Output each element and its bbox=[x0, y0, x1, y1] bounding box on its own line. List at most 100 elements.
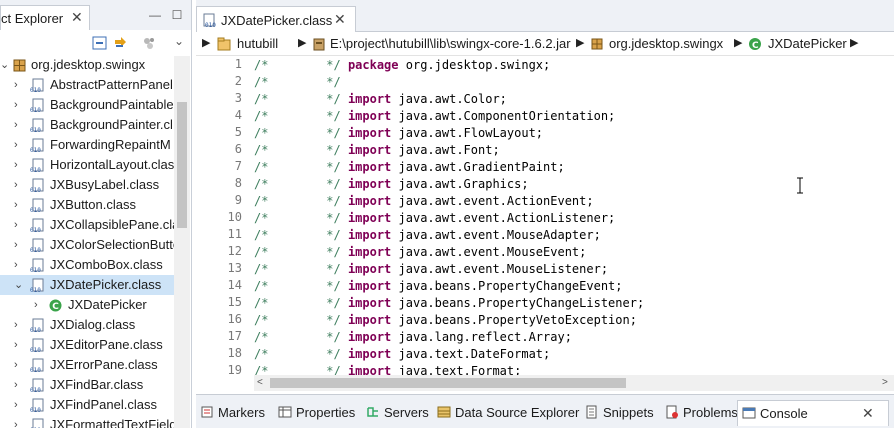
line-number: 9 bbox=[234, 193, 242, 207]
chevron-down-icon[interactable]: ⌄ bbox=[0, 55, 10, 75]
code-text: java.awt.event.MouseEvent; bbox=[398, 245, 587, 259]
chevron-right-icon[interactable]: › bbox=[14, 395, 24, 415]
scroll-left-icon[interactable]: < bbox=[257, 375, 263, 391]
tab-jxdatepicker-class[interactable]: 010 JXDatePicker.class ✕ bbox=[196, 6, 356, 33]
code-text: org.jdesktop.swingx; bbox=[405, 58, 551, 72]
chevron-right-icon[interactable]: › bbox=[14, 335, 24, 355]
breadcrumb-class[interactable]: JXDatePicker bbox=[768, 36, 847, 51]
explorer-vertical-scrollbar[interactable] bbox=[174, 56, 190, 428]
minimize-icon[interactable]: — bbox=[148, 8, 162, 22]
code-text: java.awt.FlowLayout; bbox=[398, 126, 544, 140]
keyword: import bbox=[347, 330, 392, 344]
tree-item-class[interactable]: › 010 HorizontalLayout.clas bbox=[0, 155, 174, 175]
tree-item-class[interactable]: › 010 JXBusyLabel.class bbox=[0, 175, 174, 195]
properties-icon bbox=[278, 406, 292, 418]
link-with-editor-icon[interactable] bbox=[113, 36, 128, 50]
chevron-right-icon[interactable]: › bbox=[14, 255, 24, 275]
close-icon[interactable]: ✕ bbox=[862, 405, 874, 422]
explorer-scrollbar-thumb[interactable] bbox=[177, 102, 187, 228]
comment-close: */ bbox=[326, 177, 341, 191]
tree-item-class[interactable]: › 010 BackgroundPaintable bbox=[0, 95, 174, 115]
tree-item-package[interactable]: ⌄ org.jdesktop.swingx bbox=[0, 55, 174, 75]
comment-open: /* bbox=[254, 58, 269, 72]
comment-open: /* bbox=[254, 194, 269, 208]
chevron-right-icon[interactable]: › bbox=[14, 355, 24, 375]
code-text: java.text.DateFormat; bbox=[398, 347, 551, 361]
chevron-right-icon[interactable]: › bbox=[14, 155, 24, 175]
tree-item-class[interactable]: › 010 JXFindPanel.class bbox=[0, 395, 174, 415]
tree-item-class[interactable]: › 010 JXCollapsiblePane.cla bbox=[0, 215, 179, 235]
chevron-right-icon[interactable]: › bbox=[14, 75, 24, 95]
chevron-right-icon[interactable]: › bbox=[14, 215, 24, 235]
code-text-area[interactable]: /* */ package org.jdesktop.swingx;/* *//… bbox=[254, 57, 894, 375]
comment-open: /* bbox=[254, 245, 269, 259]
tree-item-class[interactable]: › 010 AbstractPatternPanel. bbox=[0, 75, 176, 95]
editor-scrollbar-thumb[interactable] bbox=[270, 378, 626, 388]
code-line: /* */ import java.awt.Font; bbox=[254, 142, 500, 159]
code-line: /* */ import java.beans.PropertyChangeEv… bbox=[254, 278, 623, 295]
tree-item-class[interactable]: › 010 JXDialog.class bbox=[0, 315, 174, 335]
code-line: /* */ import java.awt.FlowLayout; bbox=[254, 125, 543, 142]
chevron-right-icon[interactable]: › bbox=[14, 235, 24, 255]
line-number: 16 bbox=[227, 312, 242, 326]
tab-project-explorer[interactable]: ct Explorer ✕ bbox=[0, 5, 90, 30]
filter-icon[interactable] bbox=[142, 36, 157, 50]
tree-item-class[interactable]: › 010 JXButton.class bbox=[0, 195, 174, 215]
tree-item-class[interactable]: › 010 JXFormattedTextField bbox=[0, 415, 176, 428]
tab-snippets[interactable]: Snippets bbox=[581, 400, 659, 426]
tree-item-class[interactable]: › 010 BackgroundPainter.cl bbox=[0, 115, 174, 135]
breadcrumb-project[interactable]: hutubill bbox=[237, 36, 278, 51]
tab-problems[interactable]: Problems bbox=[661, 400, 738, 426]
chevron-right-icon[interactable]: › bbox=[14, 415, 24, 428]
chevron-right-icon[interactable]: › bbox=[34, 295, 44, 315]
tree-item-class[interactable]: › 010 JXComboBox.class bbox=[0, 255, 174, 275]
chevron-right-icon[interactable]: › bbox=[14, 175, 24, 195]
chevron-right-icon[interactable]: › bbox=[14, 195, 24, 215]
breadcrumb-jar[interactable]: E:\project\hutubill\lib\swingx-core-1.6.… bbox=[330, 36, 571, 51]
tree-item-label: org.jdesktop.swingx bbox=[31, 57, 146, 72]
view-menu-icon[interactable]: ⌄ bbox=[172, 34, 186, 48]
close-icon[interactable]: ✕ bbox=[71, 9, 83, 26]
tree-item-label: JXFindPanel.class bbox=[50, 397, 157, 412]
maximize-icon[interactable]: ☐ bbox=[170, 8, 184, 22]
tab-data-source-explorer[interactable]: Data Source Explorer bbox=[433, 400, 579, 426]
editor-horizontal-scrollbar[interactable]: < > bbox=[254, 375, 894, 391]
tree-item-class[interactable]: ⌄ 010 JXDatePicker.class bbox=[0, 275, 174, 295]
editor-area: 010 JXDatePicker.class ✕ ▶ hutubill ▶ E:… bbox=[196, 0, 894, 392]
editor-tab-label: JXDatePicker.class bbox=[221, 13, 333, 28]
breadcrumb-package[interactable]: org.jdesktop.swingx bbox=[609, 36, 723, 51]
chevron-right-icon[interactable]: › bbox=[14, 95, 24, 115]
class-file-icon: 010 bbox=[30, 98, 44, 113]
svg-text:010: 010 bbox=[30, 147, 41, 153]
line-number: 6 bbox=[234, 142, 242, 156]
chevron-right-icon[interactable]: › bbox=[14, 135, 24, 155]
tree-item-label: JXButton.class bbox=[50, 197, 136, 212]
tree-item-class[interactable]: › 010 JXEditorPane.class bbox=[0, 335, 174, 355]
tree-item-class[interactable]: › 010 JXColorSelectionButte bbox=[0, 235, 180, 255]
tree-item-type[interactable]: › C JXDatePicker bbox=[0, 295, 174, 315]
code-text: java.beans.PropertyVetoException; bbox=[398, 313, 637, 327]
explorer-tab-bar: ct Explorer ✕ — ☐ bbox=[0, 0, 191, 30]
svg-text:010: 010 bbox=[30, 207, 41, 213]
tree-item-label: JXDatePicker bbox=[68, 297, 147, 312]
close-icon[interactable]: ✕ bbox=[334, 11, 346, 28]
tree-item-class[interactable]: › 010 JXFindBar.class bbox=[0, 375, 174, 395]
class-file-icon: 010 bbox=[30, 358, 44, 373]
svg-text:C: C bbox=[752, 41, 759, 51]
chevron-right-icon[interactable]: › bbox=[14, 115, 24, 135]
tree-item-label: JXDatePicker.class bbox=[50, 277, 162, 292]
chevron-down-icon[interactable]: ⌄ bbox=[14, 275, 24, 295]
tab-markers[interactable]: Markers bbox=[196, 400, 272, 426]
tab-servers[interactable]: Servers bbox=[362, 400, 431, 426]
keyword: import bbox=[347, 347, 392, 361]
code-line: /* */ import java.awt.Graphics; bbox=[254, 176, 529, 193]
scroll-right-icon[interactable]: > bbox=[882, 375, 888, 391]
class-file-icon: 010 bbox=[30, 398, 44, 413]
tree-item-class[interactable]: › 010 JXErrorPane.class bbox=[0, 355, 174, 375]
tab-properties[interactable]: Properties bbox=[274, 400, 360, 426]
tree-item-class[interactable]: › 010 ForwardingRepaintM bbox=[0, 135, 174, 155]
tab-console[interactable]: Console ✕ bbox=[737, 400, 889, 426]
collapse-all-icon[interactable] bbox=[92, 36, 107, 50]
chevron-right-icon[interactable]: › bbox=[14, 375, 24, 395]
chevron-right-icon[interactable]: › bbox=[14, 315, 24, 335]
